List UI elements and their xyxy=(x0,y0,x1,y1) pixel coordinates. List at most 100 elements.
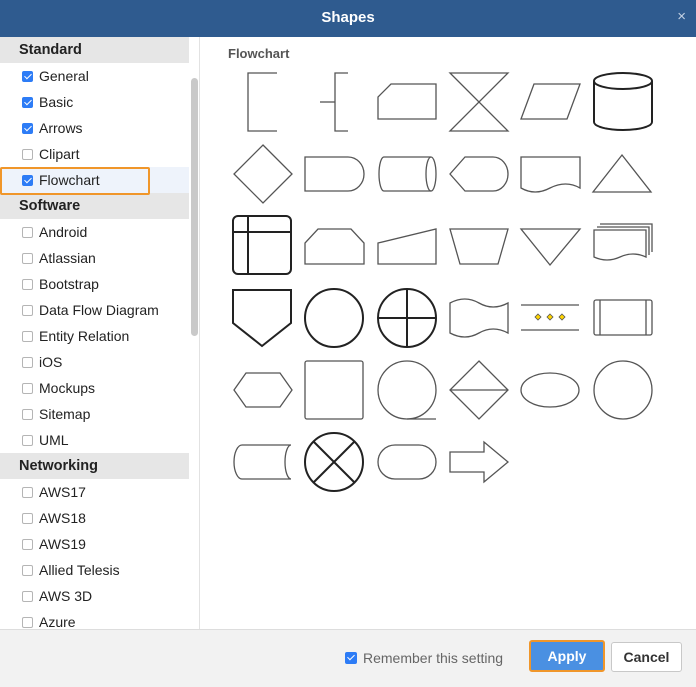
library-item-general[interactable]: General xyxy=(0,63,189,89)
library-label: Atlassian xyxy=(39,250,96,266)
library-label: Entity Relation xyxy=(39,328,130,344)
checkbox[interactable] xyxy=(345,652,357,664)
library-label: Android xyxy=(39,224,88,240)
checkbox[interactable] xyxy=(22,149,33,160)
document-shape-icon[interactable] xyxy=(520,156,581,193)
library-label: Clipart xyxy=(39,146,80,162)
start-2-shape-icon[interactable] xyxy=(593,360,653,420)
sort-shape-icon[interactable] xyxy=(449,360,509,420)
manual-operation-shape-icon[interactable] xyxy=(449,228,509,265)
checkbox[interactable] xyxy=(22,227,33,238)
library-item-mockups[interactable]: Mockups xyxy=(0,375,189,401)
checkbox[interactable] xyxy=(22,253,33,264)
checkbox[interactable] xyxy=(22,487,33,498)
library-item-azure[interactable]: Azure xyxy=(0,609,189,629)
stored-data-shape-icon[interactable] xyxy=(233,444,292,480)
shape-preview-panel: Flowchart xyxy=(201,37,696,629)
annotation-1-shape-icon[interactable] xyxy=(247,72,277,132)
checkbox[interactable] xyxy=(22,565,33,576)
off-page-reference-shape-icon[interactable] xyxy=(232,289,292,348)
library-item-allied-telesis[interactable]: Allied Telesis xyxy=(0,557,189,583)
library-item-aws17[interactable]: AWS17 xyxy=(0,479,189,505)
library-label: Allied Telesis xyxy=(39,562,120,578)
checkbox[interactable] xyxy=(22,591,33,602)
library-item-bootstrap[interactable]: Bootstrap xyxy=(0,271,189,297)
library-label: AWS 3D xyxy=(39,588,93,604)
library-item-aws-3d[interactable]: AWS 3D xyxy=(0,583,189,609)
summing-function-shape-icon[interactable] xyxy=(304,432,364,492)
or-shape-icon[interactable] xyxy=(377,288,437,348)
parallel-mode-shape-icon[interactable] xyxy=(521,304,579,331)
display-shape-icon[interactable] xyxy=(449,156,509,192)
remember-label: Remember this setting xyxy=(363,650,504,666)
multi-document-shape-icon[interactable] xyxy=(593,223,653,261)
internal-storage-shape-icon[interactable] xyxy=(232,215,292,275)
sidebar-scrollbar[interactable] xyxy=(191,78,198,336)
start-1-shape-icon[interactable] xyxy=(520,372,580,408)
on-page-reference-shape-icon[interactable] xyxy=(304,288,364,348)
checkbox[interactable] xyxy=(22,357,33,368)
library-label: Arrows xyxy=(39,120,83,136)
library-item-uml[interactable]: UML xyxy=(0,427,189,453)
database-shape-icon[interactable] xyxy=(593,72,653,131)
checkbox[interactable] xyxy=(22,409,33,420)
extract-shape-icon[interactable] xyxy=(591,153,653,193)
remember-setting-checkbox[interactable]: Remember this setting xyxy=(345,650,503,666)
library-label: AWS19 xyxy=(39,536,86,552)
checkbox[interactable] xyxy=(22,175,33,186)
library-item-arrows[interactable]: Arrows xyxy=(0,115,189,141)
dialog-titlebar: Shapes × xyxy=(0,0,696,37)
checkbox[interactable] xyxy=(22,331,33,342)
sequential-data-shape-icon[interactable] xyxy=(377,360,437,420)
annotation-2-shape-icon[interactable] xyxy=(320,72,348,132)
merge-shape-icon[interactable] xyxy=(519,228,582,267)
terminator-shape-icon[interactable] xyxy=(377,444,437,480)
checkbox[interactable] xyxy=(22,513,33,524)
checkbox[interactable] xyxy=(22,71,33,82)
library-label: Data Flow Diagram xyxy=(39,302,159,318)
checkbox[interactable] xyxy=(22,279,33,290)
library-item-sitemap[interactable]: Sitemap xyxy=(0,401,189,427)
section-software: Software xyxy=(0,193,189,219)
checkbox[interactable] xyxy=(22,435,33,446)
cancel-button[interactable]: Cancel xyxy=(611,642,682,672)
library-sidebar[interactable]: Standard General Basic Arrows Clipart Fl… xyxy=(0,37,200,629)
manual-input-shape-icon[interactable] xyxy=(377,228,437,265)
library-item-clipart[interactable]: Clipart xyxy=(0,141,189,167)
checkbox[interactable] xyxy=(22,123,33,134)
checkbox[interactable] xyxy=(22,617,33,628)
library-label: Sitemap xyxy=(39,406,91,422)
paper-tape-shape-icon[interactable] xyxy=(449,298,509,338)
library-item-basic[interactable]: Basic xyxy=(0,89,189,115)
loop-limit-shape-icon[interactable] xyxy=(304,228,365,265)
delay-shape-icon[interactable] xyxy=(304,156,365,192)
direct-data-shape-icon[interactable] xyxy=(378,156,437,192)
library-item-aws19[interactable]: AWS19 xyxy=(0,531,189,557)
preparation-shape-icon[interactable] xyxy=(233,372,293,408)
library-item-entity-relation[interactable]: Entity Relation xyxy=(0,323,189,349)
section-standard: Standard xyxy=(0,37,189,63)
checkbox[interactable] xyxy=(22,383,33,394)
collate-shape-icon[interactable] xyxy=(448,72,510,132)
library-item-flowchart[interactable]: Flowchart xyxy=(0,167,189,193)
close-icon[interactable]: × xyxy=(677,8,686,25)
library-label: AWS17 xyxy=(39,484,86,500)
library-item-ios[interactable]: iOS xyxy=(0,349,189,375)
library-item-android[interactable]: Android xyxy=(0,219,189,245)
library-item-aws18[interactable]: AWS18 xyxy=(0,505,189,531)
library-label: Bootstrap xyxy=(39,276,99,292)
card-shape-icon[interactable] xyxy=(377,83,437,120)
predefined-process-shape-icon[interactable] xyxy=(593,299,653,336)
library-item-data-flow-diagram[interactable]: Data Flow Diagram xyxy=(0,297,189,323)
transfer-shape-icon[interactable] xyxy=(449,440,510,484)
process-shape-icon[interactable] xyxy=(304,360,364,420)
apply-button[interactable]: Apply xyxy=(529,640,605,672)
library-label: Basic xyxy=(39,94,74,110)
decision-shape-icon[interactable] xyxy=(233,144,293,204)
checkbox[interactable] xyxy=(22,539,33,550)
data-shape-icon[interactable] xyxy=(520,83,581,120)
library-item-atlassian[interactable]: Atlassian xyxy=(0,245,189,271)
library-label: General xyxy=(39,68,89,84)
checkbox[interactable] xyxy=(22,305,33,316)
checkbox[interactable] xyxy=(22,97,33,108)
